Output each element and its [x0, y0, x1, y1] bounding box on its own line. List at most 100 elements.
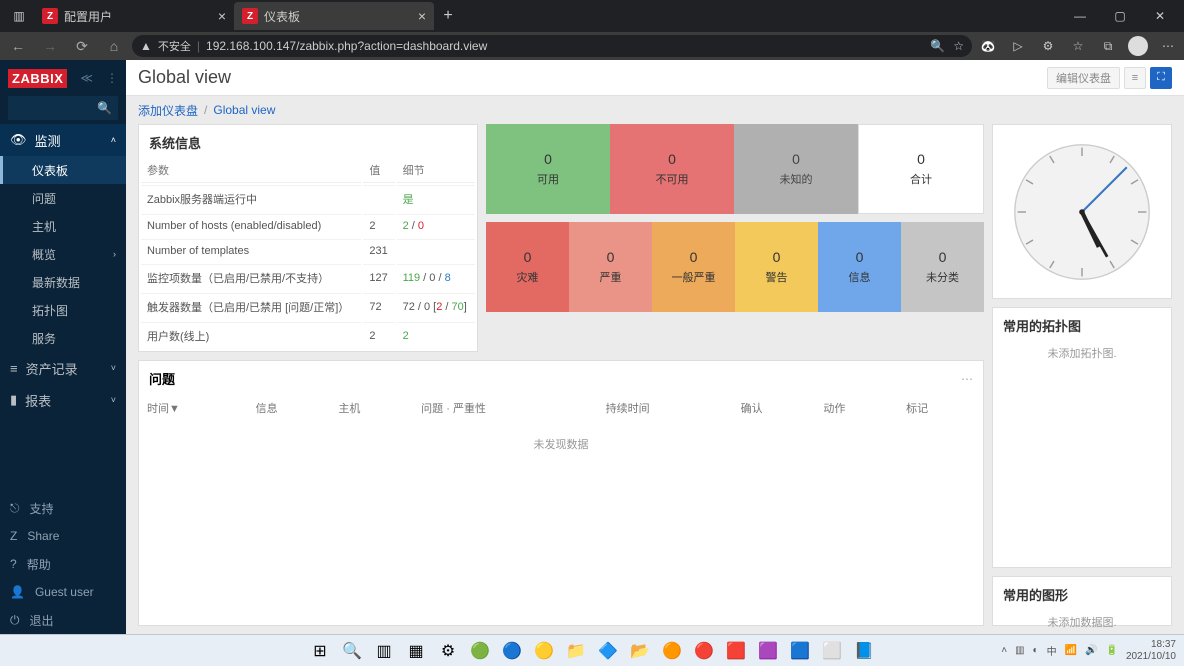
app-icon[interactable]: 🟪 — [754, 637, 782, 665]
logo[interactable]: ZABBIX — [8, 69, 67, 88]
menu-icon[interactable]: ⋯ — [1156, 34, 1180, 58]
tray-icon[interactable]: ▥ — [1015, 645, 1024, 656]
search-icon[interactable]: 🔍 — [930, 39, 945, 53]
footer-user[interactable]: 👤Guest user — [0, 578, 126, 606]
app-icon[interactable]: 🔷 — [594, 637, 622, 665]
ext-icon[interactable]: ☆ — [1066, 34, 1090, 58]
close-window-button[interactable]: ✕ — [1140, 2, 1180, 30]
ext-icon[interactable]: ⚙ — [1036, 34, 1060, 58]
maximize-button[interactable]: ▢ — [1100, 2, 1140, 30]
status-cell[interactable]: 0一般严重 — [652, 222, 735, 312]
forward-button[interactable]: → — [36, 32, 64, 60]
column-header[interactable]: 时间▼ — [141, 394, 248, 422]
close-icon[interactable]: × — [218, 8, 226, 24]
footer-support[interactable]: ⎋支持 — [0, 494, 126, 522]
nav-section-monitor[interactable]: 👁 监测 ˄ — [0, 124, 126, 156]
url-field[interactable]: ▲ 不安全 | 192.168.100.147/zabbix.php?actio… — [132, 35, 972, 57]
sidebar-item-latest[interactable]: 最新数据 — [0, 268, 126, 296]
column-header[interactable]: 持续时间 — [600, 394, 733, 422]
taskview-button[interactable]: ▥ — [370, 637, 398, 665]
column-header[interactable]: 标记 — [900, 394, 981, 422]
browser-chrome: ▥ Z 配置用户 × Z 仪表板 × + — ▢ ✕ ← → ⟳ ⌂ ▲ 不安全… — [0, 0, 1184, 60]
sidebar-item-services[interactable]: 服务 — [0, 324, 126, 352]
search-input[interactable]: 🔍 — [8, 96, 118, 120]
widget-fav-graphs: 常用的图形 未添加数据图. — [992, 576, 1172, 626]
security-label: 不安全 — [158, 38, 191, 54]
breadcrumb-link[interactable]: 添加仪表盘 — [138, 102, 198, 119]
status-cell[interactable]: 0合计 — [858, 124, 984, 214]
status-cell[interactable]: 0灾难 — [486, 222, 569, 312]
taskbar-clock[interactable]: 18:37 2021/10/10 — [1126, 639, 1176, 663]
column-header[interactable]: 信息 — [250, 394, 331, 422]
nav-section-inventory[interactable]: ≡ 资产记录 ˅ — [0, 352, 126, 384]
app-icon[interactable]: 📁 — [562, 637, 590, 665]
status-cell[interactable]: 0可用 — [486, 124, 610, 214]
lang-indicator[interactable]: 中 — [1047, 643, 1057, 658]
widget-menu-icon[interactable]: ⋯ — [961, 372, 973, 386]
app-icon[interactable]: 🔴 — [690, 637, 718, 665]
tray-icon[interactable]: 🔊 — [1085, 645, 1097, 656]
status-cell[interactable]: 0严重 — [569, 222, 652, 312]
address-bar: ← → ⟳ ⌂ ▲ 不安全 | 192.168.100.147/zabbix.p… — [0, 32, 1184, 60]
reload-button[interactable]: ⟳ — [68, 32, 96, 60]
back-button[interactable]: ← — [4, 32, 32, 60]
favorite-icon[interactable]: ☆ — [953, 39, 964, 53]
footer-help[interactable]: ?帮助 — [0, 550, 126, 578]
ext-icon[interactable]: ▷ — [1006, 34, 1030, 58]
avatar-icon[interactable] — [1126, 34, 1150, 58]
search-button[interactable]: 🔍 — [338, 637, 366, 665]
tray-icon[interactable]: 🔋 — [1105, 645, 1117, 656]
column-header[interactable]: 动作 — [817, 394, 898, 422]
new-tab-button[interactable]: + — [434, 2, 462, 30]
status-cell[interactable]: 0警告 — [735, 222, 818, 312]
app-icon[interactable]: 🟡 — [530, 637, 558, 665]
column-header[interactable]: 问题 · 严重性 — [415, 394, 597, 422]
tray-icon[interactable]: 📶 — [1065, 645, 1077, 656]
app-icon[interactable]: 🟥 — [722, 637, 750, 665]
app-icon[interactable]: ⬜ — [818, 637, 846, 665]
ext-icon[interactable]: ⧉ — [1096, 34, 1120, 58]
app-icon[interactable]: 🟠 — [658, 637, 686, 665]
sidebar-item-dashboard[interactable]: 仪表板 — [0, 156, 126, 184]
tray-icon[interactable]: ˄ — [1001, 645, 1007, 656]
sidebar-item-maps[interactable]: 拓扑图 — [0, 296, 126, 324]
status-cell[interactable]: 0信息 — [818, 222, 901, 312]
app-icon[interactable]: ⚙ — [434, 637, 462, 665]
status-cell[interactable]: 0不可用 — [610, 124, 734, 214]
app-icon[interactable]: 📂 — [626, 637, 654, 665]
app-icon[interactable]: 📘 — [850, 637, 878, 665]
home-button[interactable]: ⌂ — [100, 32, 128, 60]
column-header[interactable]: 主机 — [332, 394, 413, 422]
footer-share[interactable]: ZShare — [0, 522, 126, 550]
tab-corner-icon[interactable]: ▥ — [4, 2, 34, 30]
edit-dashboard-button[interactable]: 编辑仪表盘 — [1047, 67, 1120, 89]
breadcrumb-current[interactable]: Global view — [213, 103, 275, 117]
app-icon[interactable]: 🔵 — [498, 637, 526, 665]
status-cell[interactable]: 0未分类 — [901, 222, 984, 312]
browser-tab-0[interactable]: Z 配置用户 × — [34, 2, 234, 30]
main: Global view 编辑仪表盘 ≡ ⛶ 添加仪表盘 / Global vie… — [126, 60, 1184, 634]
nav-section-reports[interactable]: ▮ 报表 ˅ — [0, 384, 126, 416]
sidebar-item-hosts[interactable]: 主机 — [0, 212, 126, 240]
menu-icon[interactable]: ⋮ — [106, 71, 118, 85]
start-button[interactable]: ⊞ — [306, 637, 334, 665]
column-header[interactable]: 确认 — [735, 394, 816, 422]
footer-logout[interactable]: ⏻退出 — [0, 606, 126, 634]
fullscreen-button[interactable]: ⛶ — [1150, 67, 1172, 89]
page-header: Global view 编辑仪表盘 ≡ ⛶ — [126, 60, 1184, 96]
widgets-button[interactable]: ▦ — [402, 637, 430, 665]
close-icon[interactable]: × — [418, 8, 426, 24]
page-title: Global view — [138, 67, 231, 88]
sidebar-item-problems[interactable]: 问题 — [0, 184, 126, 212]
tab-bar: ▥ Z 配置用户 × Z 仪表板 × + — ▢ ✕ — [0, 0, 1184, 32]
sidebar-item-overview[interactable]: 概览› — [0, 240, 126, 268]
app-icon[interactable]: 🟦 — [786, 637, 814, 665]
app-icon[interactable]: 🟢 — [466, 637, 494, 665]
ext-icon[interactable]: 🐼 — [976, 34, 1000, 58]
list-view-button[interactable]: ≡ — [1124, 67, 1146, 89]
minimize-button[interactable]: — — [1060, 2, 1100, 30]
collapse-icon[interactable]: ≪ — [80, 71, 93, 85]
status-cell[interactable]: 0未知的 — [734, 124, 858, 214]
tray-icon[interactable]: ◐ — [1033, 645, 1039, 656]
browser-tab-1[interactable]: Z 仪表板 × — [234, 2, 434, 30]
